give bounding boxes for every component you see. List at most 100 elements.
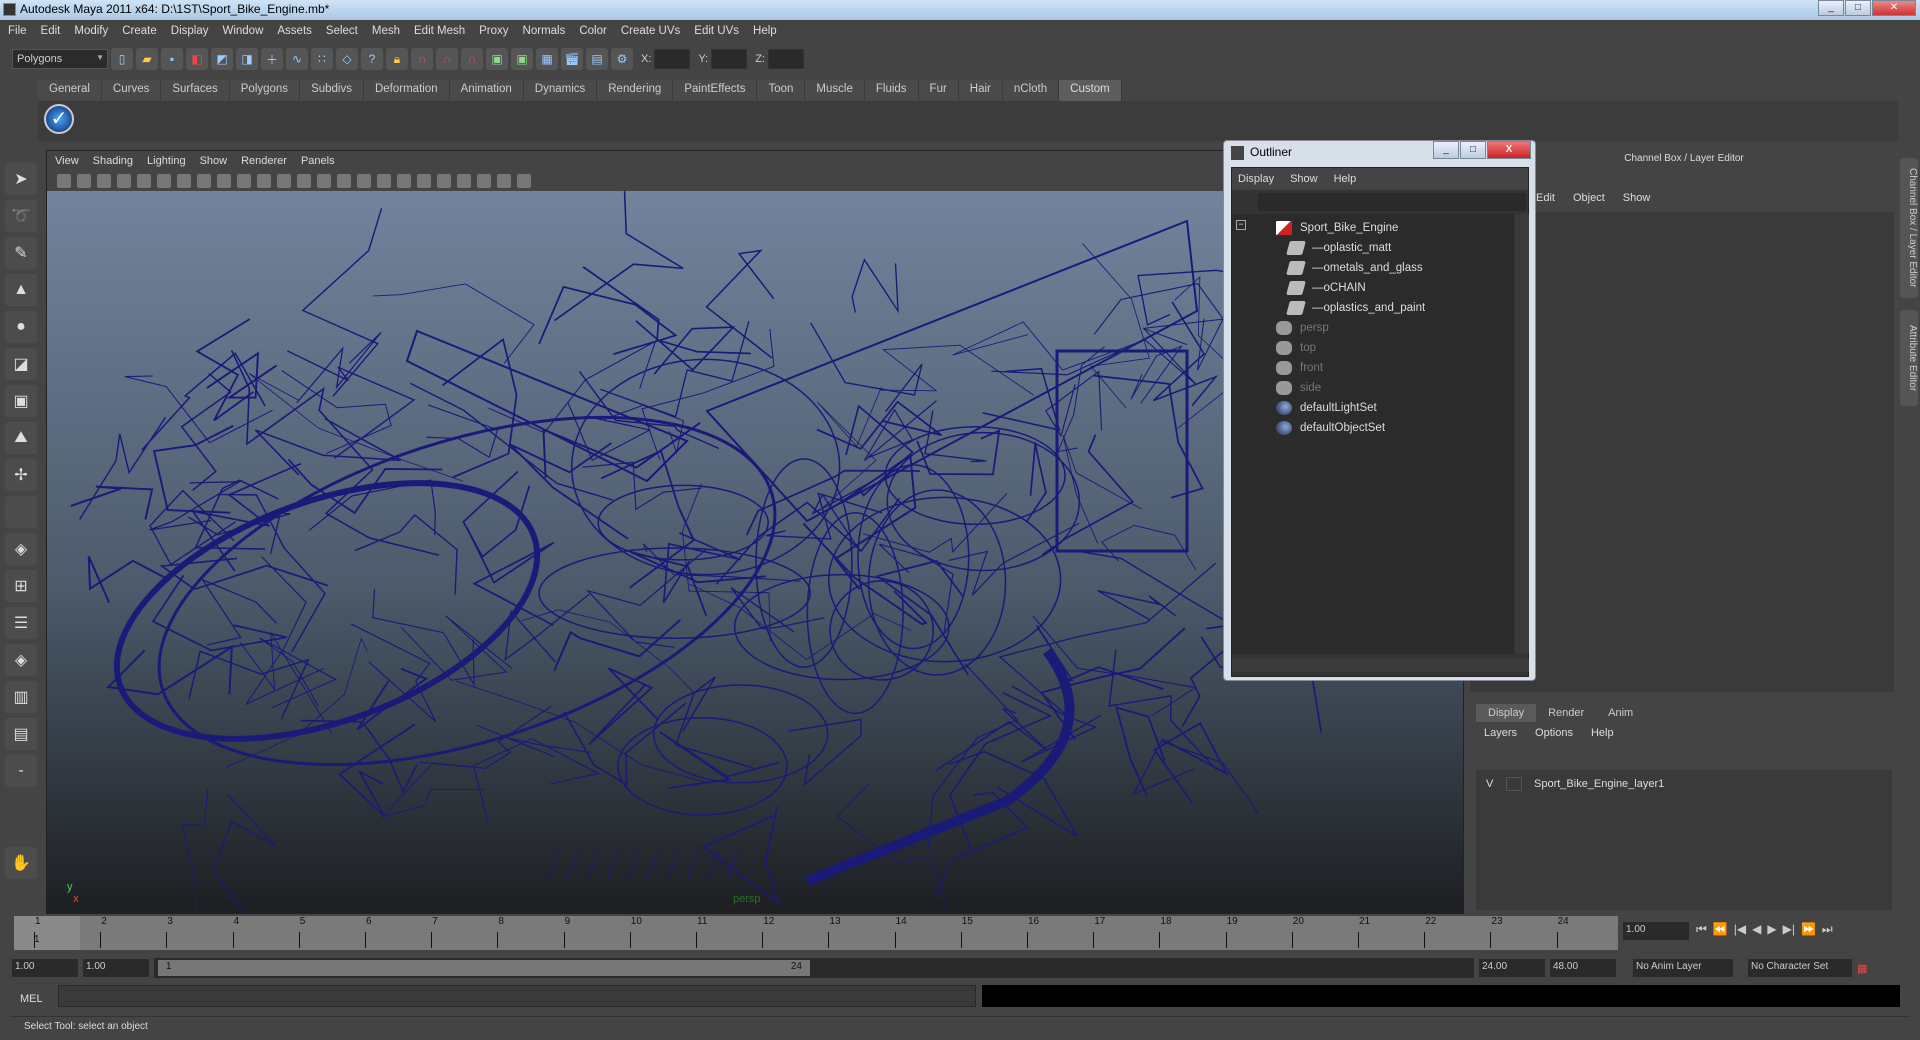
y-field[interactable]: [711, 49, 748, 69]
panel-tool-icon[interactable]: [117, 174, 131, 188]
panel-tool-icon[interactable]: [177, 174, 191, 188]
shelf-tab-fur[interactable]: Fur: [918, 80, 959, 101]
ipr-render-icon[interactable]: ▤: [586, 48, 608, 70]
script-layout-icon[interactable]: ▤: [5, 718, 37, 750]
layer-menu-options[interactable]: Options: [1535, 727, 1573, 739]
layer-color-swatch[interactable]: [1506, 777, 1522, 791]
select-component-icon[interactable]: ◨: [236, 48, 258, 70]
panel-menu-shading[interactable]: Shading: [93, 155, 133, 167]
step-forward-key-icon[interactable]: ⏩: [1801, 922, 1816, 937]
snap-grid-icon[interactable]: ＋: [261, 48, 283, 70]
shelf-tab-deformation[interactable]: Deformation: [363, 80, 450, 101]
menu-assets[interactable]: Assets: [277, 25, 312, 37]
manipulator-icon[interactable]: ▣: [5, 385, 37, 417]
select-tool-icon[interactable]: ➤: [5, 163, 37, 195]
soft-mod-icon[interactable]: ⛰: [5, 422, 37, 454]
go-to-start-icon[interactable]: ⏮: [1696, 922, 1707, 937]
four-view-layout-icon[interactable]: ⊞: [5, 570, 37, 602]
outliner-vertical-scrollbar[interactable]: [1515, 214, 1529, 654]
layer-menu-layers[interactable]: Layers: [1484, 727, 1517, 739]
panel-menu-lighting[interactable]: Lighting: [147, 155, 186, 167]
go-to-end-icon[interactable]: ⏭: [1822, 922, 1833, 937]
snap-plane-icon[interactable]: ◇: [336, 48, 358, 70]
panel-tool-icon[interactable]: [297, 174, 311, 188]
snap-curve-icon[interactable]: ∿: [286, 48, 308, 70]
panel-tool-icon[interactable]: [477, 174, 491, 188]
paint-select-icon[interactable]: ✎: [5, 237, 37, 269]
panel-tool-icon[interactable]: [337, 174, 351, 188]
shelf-tab-toon[interactable]: Toon: [757, 80, 806, 101]
menu-window[interactable]: Window: [222, 25, 263, 37]
layer-tab-display[interactable]: Display: [1476, 704, 1537, 722]
panel-tool-icon[interactable]: [397, 174, 411, 188]
character-set-dropdown[interactable]: No Character Set: [1748, 959, 1852, 977]
panel-menu-renderer[interactable]: Renderer: [241, 155, 287, 167]
outliner-layout-icon[interactable]: ☰: [5, 607, 37, 639]
menu-mesh[interactable]: Mesh: [372, 25, 400, 37]
shelf-tab-curves[interactable]: Curves: [101, 80, 162, 101]
shelf-tab-surfaces[interactable]: Surfaces: [161, 80, 230, 101]
current-frame-field[interactable]: 1.00: [1623, 922, 1689, 940]
play-backwards-icon[interactable]: ◀: [1752, 922, 1761, 937]
panel-tool-icon[interactable]: [137, 174, 151, 188]
outliner-maximize-button[interactable]: □: [1460, 141, 1486, 159]
collapse-toggle-icon[interactable]: −: [1236, 220, 1246, 230]
panel-menu-panels[interactable]: Panels: [301, 155, 335, 167]
attribute-editor-tab[interactable]: Attribute Editor: [1900, 310, 1918, 406]
last-tool-icon[interactable]: ✢: [5, 459, 37, 491]
command-input[interactable]: [58, 985, 976, 1007]
new-scene-icon[interactable]: ▯: [111, 48, 133, 70]
outliner-item[interactable]: —o metals_and_glass: [1286, 258, 1423, 278]
construction-history-icon[interactable]: ∩: [411, 48, 433, 70]
menu-create-uvs[interactable]: Create UVs: [621, 25, 680, 37]
single-perspective-layout-icon[interactable]: ◈: [5, 533, 37, 565]
outliner-item[interactable]: —o CHAIN: [1286, 278, 1366, 298]
outliner-horizontal-scrollbar[interactable]: [1232, 658, 1529, 672]
select-hierarchy-icon[interactable]: ◧: [186, 48, 208, 70]
lasso-tool-icon[interactable]: ➰: [5, 200, 37, 232]
shelf-tab-fluids[interactable]: Fluids: [864, 80, 919, 101]
panel-tool-icon[interactable]: [157, 174, 171, 188]
layer-row[interactable]: V Sport_Bike_Engine_layer1: [1476, 774, 1892, 794]
layer-tab-render[interactable]: Render: [1536, 704, 1597, 722]
menu-color[interactable]: Color: [579, 25, 606, 37]
time-slider[interactable]: 1 1 2 3 4 5 6 7 8 9 10 11 12 13 14 15 16 17 18 19 20 21 22 23 24: [14, 916, 1618, 950]
more-layouts-icon[interactable]: -: [5, 755, 37, 787]
panel-tool-icon[interactable]: [277, 174, 291, 188]
menu-modify[interactable]: Modify: [74, 25, 108, 37]
save-scene-icon[interactable]: ▪: [161, 48, 183, 70]
layer-menu-help[interactable]: Help: [1591, 727, 1614, 739]
layer-visibility-toggle[interactable]: V: [1486, 778, 1506, 790]
output-ops-icon[interactable]: ▣: [511, 48, 533, 70]
step-back-frame-icon[interactable]: |◀: [1734, 922, 1746, 937]
outliner-menu-help[interactable]: Help: [1334, 173, 1357, 185]
close-button[interactable]: ✕: [1872, 0, 1916, 16]
outliner-item[interactable]: defaultLightSet: [1276, 398, 1377, 418]
step-forward-frame-icon[interactable]: ▶|: [1783, 922, 1795, 937]
magnet-icon[interactable]: ∩: [436, 48, 458, 70]
shelf-tab-hair[interactable]: Hair: [958, 80, 1003, 101]
magnet-icon[interactable]: ∩: [461, 48, 483, 70]
panel-tool-icon[interactable]: [217, 174, 231, 188]
shelf-tab-animation[interactable]: Animation: [449, 80, 524, 101]
lock-icon[interactable]: 🔒︎: [386, 48, 408, 70]
shelf-tab-ncloth[interactable]: nCloth: [1002, 80, 1060, 101]
outliner-item[interactable]: —o plastic_matt: [1286, 238, 1391, 258]
shelf-tab-subdivs[interactable]: Subdivs: [300, 80, 364, 101]
outliner-item[interactable]: persp: [1276, 318, 1329, 338]
range-slider[interactable]: 1 24: [154, 958, 1474, 978]
menu-edit-mesh[interactable]: Edit Mesh: [414, 25, 465, 37]
panel-tool-icon[interactable]: [497, 174, 511, 188]
menu-display[interactable]: Display: [171, 25, 209, 37]
shelf-tab-polygons[interactable]: Polygons: [229, 80, 301, 101]
panel-tool-icon[interactable]: [77, 174, 91, 188]
shelf-tab-rendering[interactable]: Rendering: [597, 80, 674, 101]
empty-tool-slot[interactable]: [5, 496, 37, 528]
hypershade-layout-icon[interactable]: ▥: [5, 681, 37, 713]
outliner-item[interactable]: front: [1276, 358, 1323, 378]
mode-selector[interactable]: Polygons: [12, 49, 108, 69]
panel-tool-icon[interactable]: [357, 174, 371, 188]
panel-tool-icon[interactable]: [417, 174, 431, 188]
move-tool-icon[interactable]: ▲: [5, 274, 37, 306]
x-field[interactable]: [654, 49, 691, 69]
